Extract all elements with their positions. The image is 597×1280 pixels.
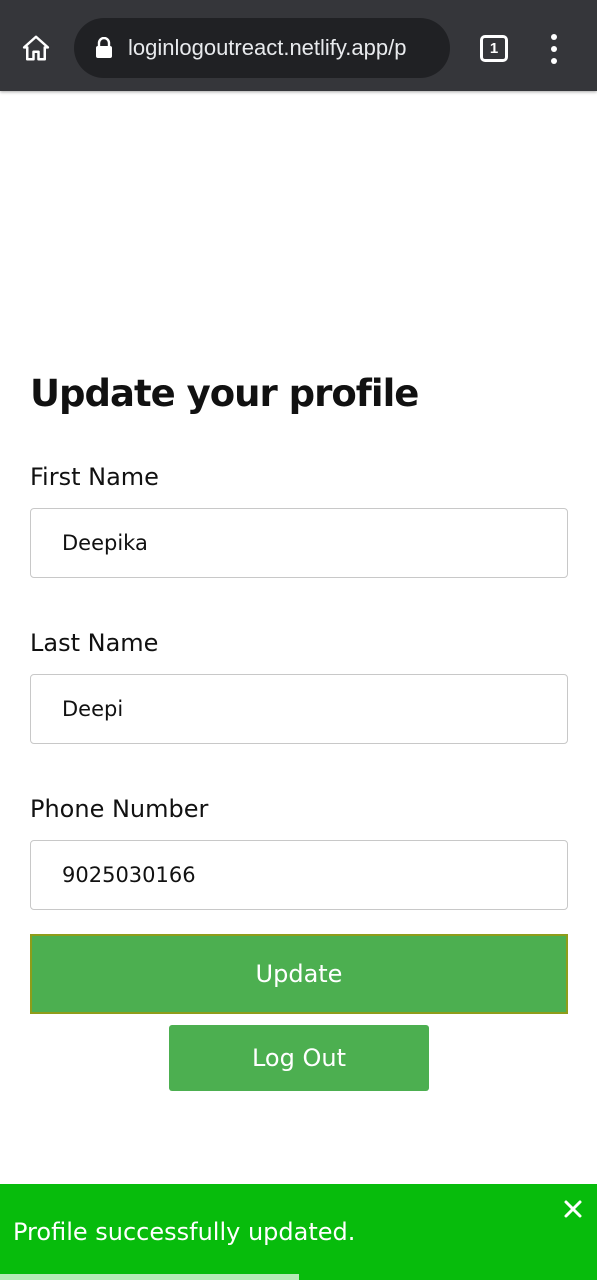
home-button[interactable] [18, 30, 54, 66]
logout-button[interactable]: Log Out [169, 1025, 429, 1091]
home-icon [22, 35, 50, 61]
update-button[interactable]: Update [30, 934, 568, 1014]
first-name-label: First Name [30, 463, 159, 491]
toast-message: Profile successfully updated. [13, 1218, 356, 1246]
last-name-input[interactable] [30, 674, 568, 744]
phone-number-input[interactable] [30, 840, 568, 910]
address-bar[interactable]: loginlogoutreact.netlify.app/p [74, 18, 450, 78]
last-name-label: Last Name [30, 629, 159, 657]
success-toast: Profile successfully updated. [0, 1184, 597, 1280]
more-vert-icon[interactable] [545, 30, 563, 68]
lock-icon [94, 36, 114, 60]
tabs-button[interactable]: 1 [480, 35, 508, 62]
close-icon[interactable] [562, 1198, 584, 1220]
page-title: Update your profile [30, 372, 419, 415]
phone-number-label: Phone Number [30, 795, 209, 823]
url-text: loginlogoutreact.netlify.app/p [128, 35, 407, 60]
toast-progress-bar [0, 1274, 299, 1280]
browser-toolbar: loginlogoutreact.netlify.app/p 1 [0, 0, 597, 91]
tab-count: 1 [489, 40, 499, 57]
first-name-input[interactable] [30, 508, 568, 578]
